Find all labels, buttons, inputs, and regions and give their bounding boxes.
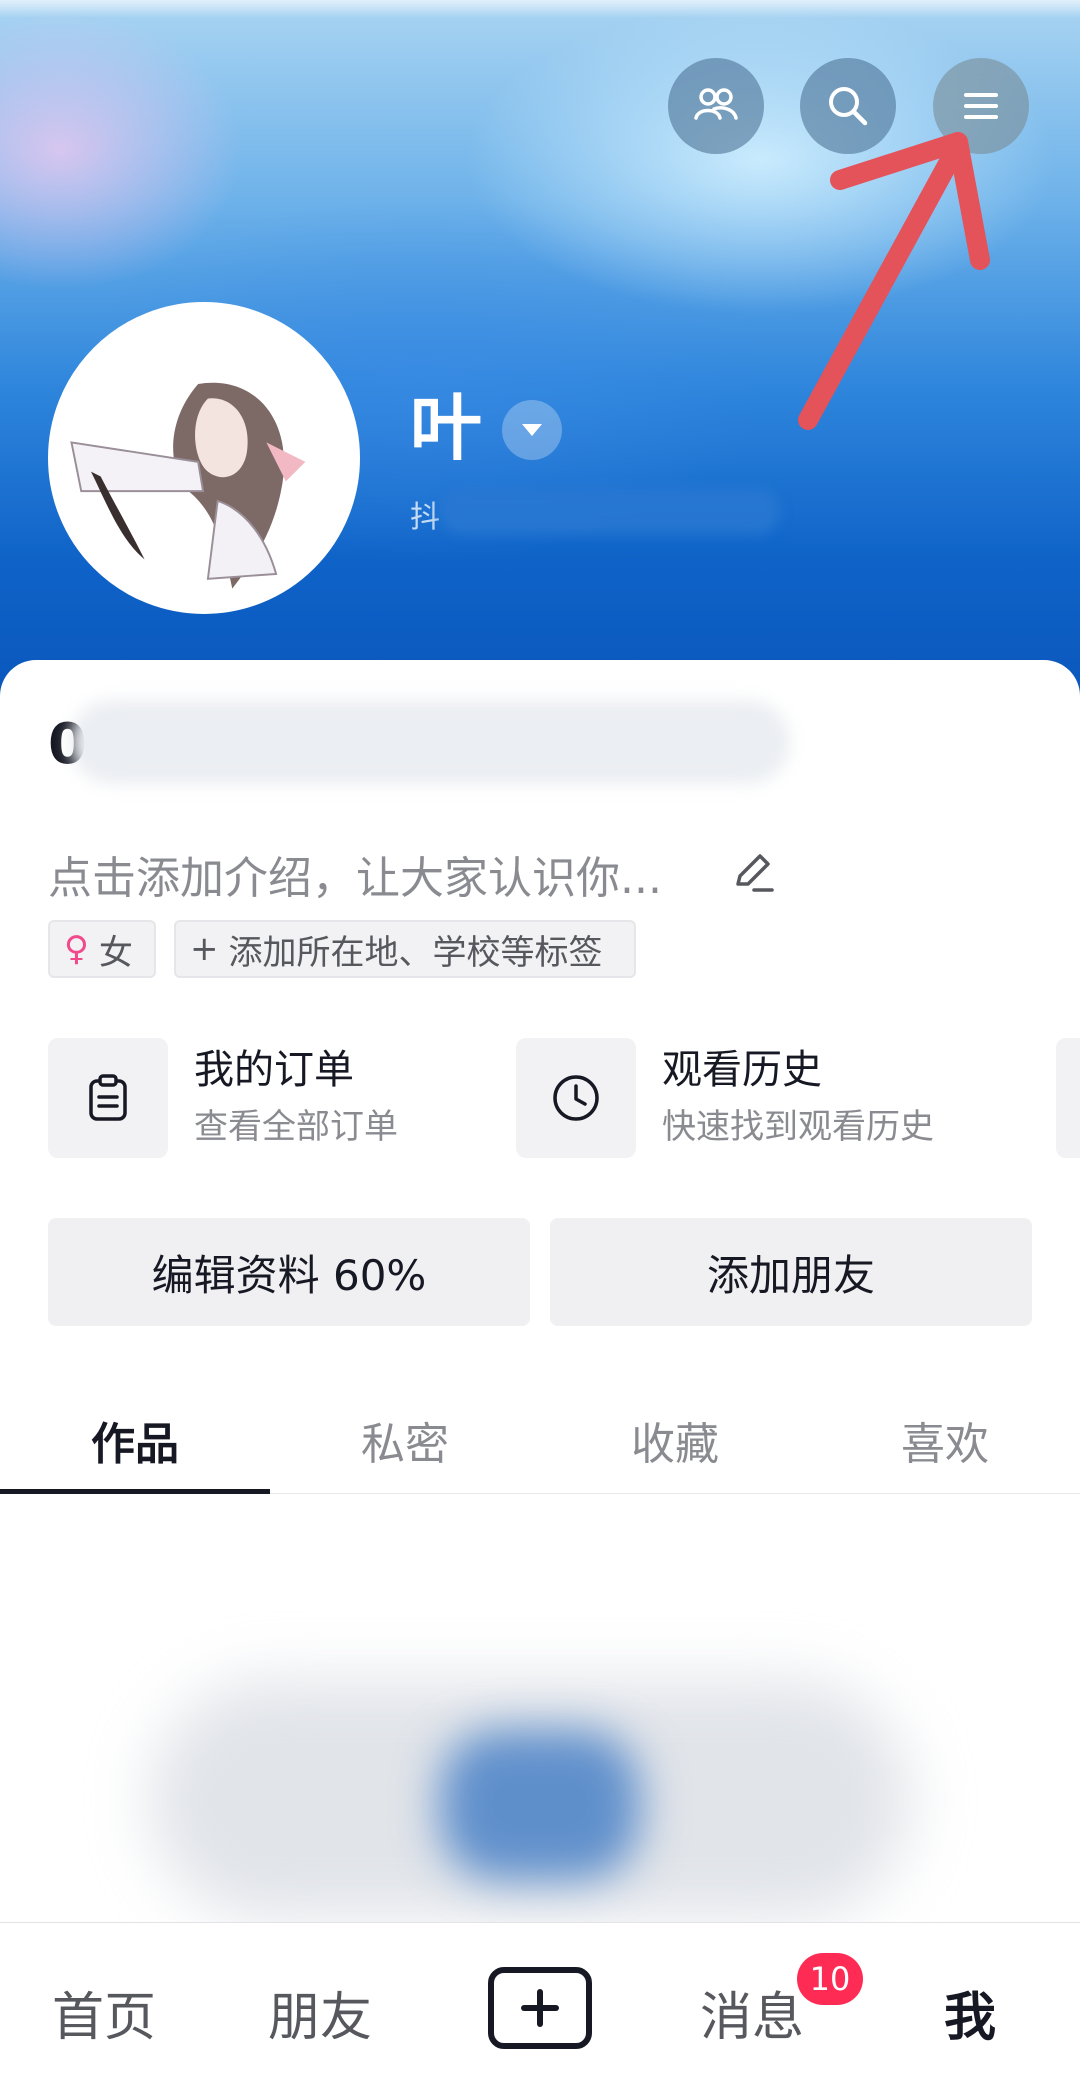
gender-label: 女 <box>98 932 133 973</box>
redacted-stats <box>70 700 790 784</box>
nav-me[interactable]: 我 <box>944 1975 996 2050</box>
account-handle[interactable]: 抖 <box>410 492 440 536</box>
friends-icon <box>694 88 738 120</box>
bio-placeholder[interactable]: 点击添加介绍，让大家认识你... <box>48 842 662 906</box>
pencil-icon[interactable] <box>728 848 776 896</box>
add-tags-button[interactable]: + 添加所在地、学校等标签 <box>174 920 636 978</box>
add-friend-button[interactable]: 添加朋友 <box>550 1218 1032 1326</box>
orders-icon-box <box>48 1038 168 1158</box>
account-switch-button[interactable] <box>502 400 562 460</box>
publish-button[interactable] <box>488 1967 592 2049</box>
nav-messages[interactable]: 消息 <box>700 1975 804 2050</box>
edit-profile-button[interactable]: 编辑资料 60% <box>48 1218 530 1326</box>
nav-home[interactable]: 首页 <box>52 1975 156 2050</box>
messages-badge: 10 <box>797 1953 863 2005</box>
nav-friends[interactable]: 朋友 <box>268 1975 372 2050</box>
redacted-handle <box>440 488 780 534</box>
next-quick-link-peek[interactable] <box>1056 1038 1080 1158</box>
history-icon-box <box>516 1038 636 1158</box>
friends-button[interactable] <box>668 58 764 154</box>
bottom-nav: 首页 朋友 消息 10 我 <box>0 1922 1080 2084</box>
female-icon: ♀ <box>64 929 89 969</box>
content-tabs: 作品 私密 收藏 喜欢 <box>0 1386 1080 1494</box>
history-subtitle: 快速找到观看历史 <box>662 1107 934 1147</box>
redacted-thumbnail <box>440 1730 640 1880</box>
tab-private[interactable]: 私密 <box>270 1386 540 1493</box>
history-title: 观看历史 <box>662 1047 822 1093</box>
plus-icon <box>521 1989 559 2027</box>
avatar-illustration-icon <box>52 306 356 610</box>
plus-icon: + <box>190 929 219 969</box>
add-tags-label: 添加所在地、学校等标签 <box>228 932 603 973</box>
nickname[interactable]: 叶 <box>410 388 482 468</box>
my-orders-link[interactable]: 我的订单 查看全部订单 <box>48 1038 398 1158</box>
orders-subtitle: 查看全部订单 <box>194 1107 398 1147</box>
orders-title: 我的订单 <box>194 1047 354 1093</box>
tab-favorites[interactable]: 收藏 <box>540 1386 810 1493</box>
watch-history-link[interactable]: 观看历史 快速找到观看历史 <box>516 1038 934 1158</box>
clipboard-icon <box>89 1074 127 1121</box>
status-bar <box>0 0 1080 18</box>
tab-likes[interactable]: 喜欢 <box>810 1386 1080 1493</box>
tab-works[interactable]: 作品 <box>0 1386 270 1494</box>
clock-icon <box>553 1075 599 1121</box>
annotation-arrow-icon <box>798 132 990 430</box>
caret-down-icon <box>522 424 542 436</box>
gender-tag[interactable]: ♀ 女 <box>48 920 156 978</box>
avatar[interactable] <box>48 302 360 614</box>
